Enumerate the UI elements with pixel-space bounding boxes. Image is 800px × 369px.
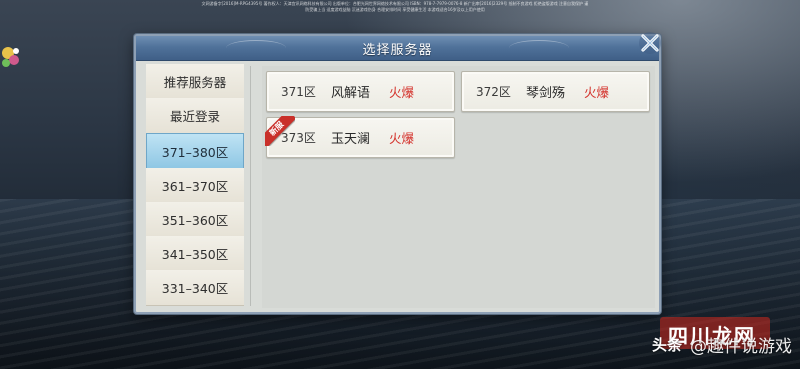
sidebar-item-label: 341–350区 — [161, 247, 229, 262]
sidebar-item-label: 最近登录 — [169, 109, 220, 124]
watermark-brand: 头条 — [651, 336, 682, 354]
sidebar-item-recommended[interactable]: 推荐服务器 — [146, 64, 244, 100]
server-zone: 373区 — [281, 131, 316, 145]
dialog-title: 选择服务器 — [362, 42, 433, 58]
server-status: 火爆 — [389, 131, 415, 146]
server-card-371[interactable]: 371区 风解语 火爆 — [266, 71, 455, 112]
dialog-header: 选择服务器 — [136, 36, 659, 61]
server-name: 风解语 — [331, 86, 371, 101]
server-zone: 371区 — [281, 85, 316, 99]
floating-toy-icon[interactable] — [0, 44, 22, 70]
server-group-list: 推荐服务器 最近登录 371–380区 361–370区 351–360区 34… — [146, 64, 244, 308]
watermark: 头条 @趣件说游戏 — [652, 332, 792, 357]
sidebar-item-label: 推荐服务器 — [163, 75, 227, 90]
server-select-dialog: 选择服务器 推荐服务器 最近登录 371–380区 361–370区 351–3… — [134, 32, 661, 314]
sidebar-item-331-340[interactable]: 331–340区 — [146, 270, 244, 306]
server-zone: 372区 — [476, 85, 511, 99]
sidebar-item-351-360[interactable]: 351–360区 — [146, 202, 244, 238]
watermark-text: @趣件说游戏 — [690, 337, 792, 357]
server-name: 玉天澜 — [331, 132, 371, 147]
server-status: 火爆 — [389, 85, 415, 100]
header-ornament — [509, 40, 569, 56]
server-grid: 371区 风解语 火爆 372区 琴剑殇 火爆 新服 373区 玉天澜 火爆 — [262, 66, 655, 308]
server-card-372[interactable]: 372区 琴剑殇 火爆 — [461, 71, 650, 112]
sidebar-item-label: 331–340区 — [161, 281, 229, 296]
close-icon[interactable] — [637, 30, 663, 56]
header-ornament — [226, 40, 286, 56]
server-name: 琴剑殇 — [526, 86, 566, 101]
copyright-notice: 文网游备字[2016]M-RPG4395号 著作权人：天津宜讯网络科技有限公司 … — [201, 1, 589, 12]
sidebar-item-371-380[interactable]: 371–380区 — [146, 133, 244, 169]
sidebar-item-label: 361–370区 — [161, 179, 229, 194]
sidebar-item-341-350[interactable]: 341–350区 — [146, 236, 244, 272]
server-card-373[interactable]: 新服 373区 玉天澜 火爆 — [265, 116, 455, 158]
sidebar-item-361-370[interactable]: 361–370区 — [146, 168, 244, 204]
divider — [250, 66, 251, 306]
server-status: 火爆 — [584, 85, 610, 100]
sidebar-item-label: 371–380区 — [161, 144, 229, 160]
sidebar-item-label: 351–360区 — [161, 213, 229, 228]
sidebar-item-recent-login[interactable]: 最近登录 — [146, 98, 244, 134]
